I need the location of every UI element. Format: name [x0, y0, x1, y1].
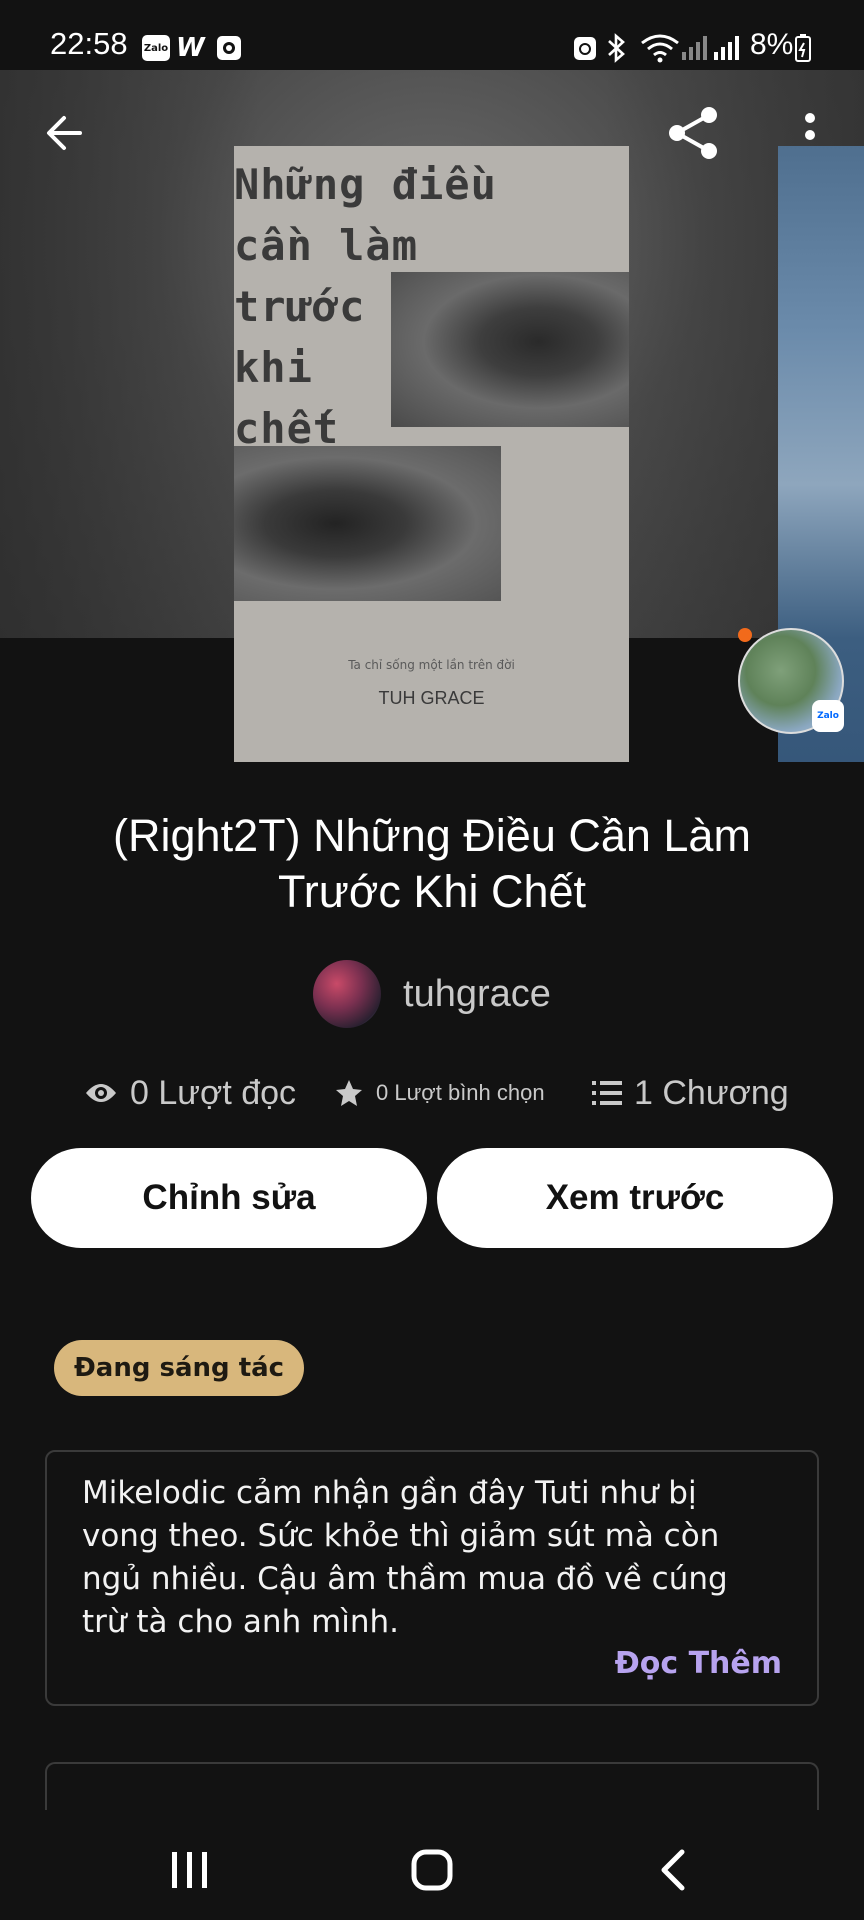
battery-icon	[794, 34, 812, 62]
read-more-link[interactable]: Đọc Thêm	[615, 1646, 782, 1681]
share-icon	[669, 107, 717, 159]
bluetooth-icon	[606, 33, 628, 63]
arrow-left-icon	[47, 116, 82, 150]
cover-photo-top	[391, 272, 629, 427]
reads-stat: 0 Lượt đọc	[84, 1068, 296, 1118]
battery-percent: 8%	[750, 28, 794, 61]
description-card: Mikelodic cảm nhận gần đây Tuti như bị v…	[45, 1450, 819, 1706]
status-badge: Đang sáng tác	[54, 1340, 305, 1396]
votes-stat: 0 Lượt bình chọn	[334, 1068, 545, 1118]
back-button[interactable]	[40, 108, 90, 158]
share-button[interactable]	[664, 104, 722, 162]
status-bar: 22:58 Zalo W 8%	[0, 0, 864, 70]
camera-app-icon	[216, 34, 242, 62]
cover-photo-bottom	[234, 446, 501, 601]
edit-button[interactable]: Chỉnh sửa	[31, 1148, 427, 1248]
cover-subtitle: Ta chỉ sống một lần trên đời	[348, 658, 515, 672]
reads-count: 0 Lượt đọc	[130, 1073, 297, 1112]
wattpad-icon: W	[176, 33, 205, 63]
signal-icon-2	[712, 34, 740, 62]
chevron-left-icon	[661, 1849, 685, 1891]
book-cover[interactable]: Những điều cần làm trước khi chết Ta chỉ…	[234, 146, 629, 762]
home-icon	[411, 1849, 453, 1891]
wifi-icon	[640, 34, 680, 63]
status-time: 22:58	[50, 26, 128, 61]
signal-icon	[680, 34, 708, 62]
recent-apps-button[interactable]	[160, 1840, 220, 1900]
system-nav-bar	[0, 1810, 864, 1920]
list-icon	[592, 1081, 622, 1105]
home-button[interactable]	[402, 1840, 462, 1900]
zalo-icon: Zalo	[142, 34, 170, 62]
preview-button[interactable]: Xem trước	[437, 1148, 833, 1248]
chapters-stat: 1 Chương	[592, 1068, 789, 1118]
recent-apps-icon	[172, 1852, 207, 1888]
battery-saver-icon	[572, 34, 598, 62]
chapters-count: 1 Chương	[634, 1073, 789, 1112]
system-back-button[interactable]	[644, 1840, 704, 1900]
stats-row: 0 Lượt đọc 0 Lượt bình chọn 1 Chương	[0, 1068, 864, 1118]
book-title: (Right2T) Những Điều Cần Làm Trước Khi C…	[113, 810, 751, 917]
votes-count: 0 Lượt bình chọn	[376, 1080, 545, 1105]
author-row[interactable]: tuhgrace	[0, 960, 864, 1028]
author-avatar[interactable]	[313, 960, 382, 1028]
wattpad-notification-label: W	[176, 33, 205, 63]
author-name[interactable]: tuhgrace	[403, 973, 551, 1016]
star-icon	[336, 1080, 362, 1106]
description-text: Mikelodic cảm nhận gần đây Tuti như bị v…	[82, 1475, 728, 1640]
zalo-notification-label: Zalo	[142, 35, 170, 61]
eye-icon	[86, 1084, 116, 1102]
zalo-badge: Zalo	[812, 700, 844, 732]
notification-dot	[738, 628, 752, 642]
cover-author: TUH GRACE	[378, 688, 485, 708]
